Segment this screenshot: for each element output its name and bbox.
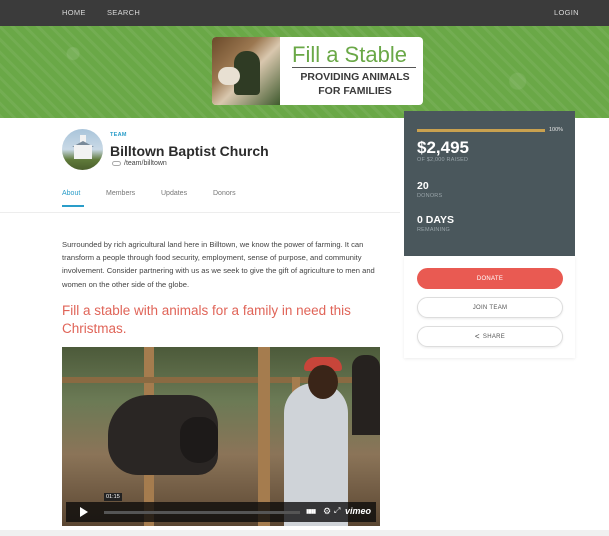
amount-raised: $2,495: [417, 138, 469, 157]
goal-label: OF $2,000 RAISED: [417, 157, 469, 163]
goal-progress-bar: [417, 129, 545, 132]
active-tab-indicator: [62, 205, 84, 207]
video-player[interactable]: 01:15 ▮▮▮▮ ⚙ ⤢ vimeo: [62, 347, 380, 526]
video-timestamp: 01:15: [104, 493, 122, 501]
banner-logo-card: Fill a Stable PROVIDING ANIMALS FOR FAMI…: [212, 37, 423, 105]
tab-donors[interactable]: Donors: [213, 190, 236, 197]
background-person: [352, 355, 380, 435]
banner-photo: [212, 37, 280, 105]
banner-subtitle-line1: PROVIDING ANIMALS: [300, 71, 410, 83]
fullscreen-icon[interactable]: ⤢: [334, 506, 340, 516]
video-progress-track[interactable]: [104, 511, 300, 514]
campaign-banner: Fill a Stable PROVIDING ANIMALS FOR FAMI…: [0, 26, 609, 118]
share-button[interactable]: < SHARE: [417, 326, 563, 347]
days-remaining-label: REMAINING: [417, 227, 450, 233]
goal-progress-fill: [417, 129, 545, 132]
vimeo-logo[interactable]: vimeo: [345, 506, 371, 516]
progress-percent: 100%: [549, 127, 564, 133]
link-icon: [112, 161, 121, 166]
tab-updates[interactable]: Updates: [161, 190, 187, 197]
team-name: Billtown Baptist Church: [110, 143, 269, 159]
page-footer-strip: [0, 530, 609, 536]
video-controls: 01:15 ▮▮▮▮ ⚙ ⤢ vimeo: [66, 493, 376, 522]
donate-button[interactable]: DONATE: [417, 268, 563, 289]
play-icon[interactable]: [80, 507, 88, 517]
team-url[interactable]: /team/billtown: [112, 160, 167, 167]
team-url-text: /team/billtown: [124, 160, 167, 167]
tabs-divider: [0, 212, 400, 213]
team-description: Surrounded by rich agricultural land her…: [62, 240, 375, 289]
cow-head: [180, 417, 218, 463]
nav-login-link[interactable]: LOGIN: [554, 8, 579, 17]
settings-gear-icon[interactable]: ⚙: [323, 506, 331, 517]
action-panel: DONATE JOIN TEAM < SHARE: [404, 256, 575, 358]
volume-icon[interactable]: ▮▮▮▮: [306, 508, 316, 515]
share-icon: <: [474, 332, 480, 341]
share-label: SHARE: [482, 333, 506, 340]
tab-about[interactable]: About: [62, 190, 80, 197]
team-tag: TEAM: [110, 132, 127, 138]
woman-face: [308, 365, 338, 399]
days-remaining-value: 0 DAYS: [417, 214, 454, 226]
fence-post: [258, 347, 270, 526]
campaign-heading: Fill a stable with animals for a family …: [62, 303, 351, 336]
banner-subtitle-line2: FOR FAMILIES: [318, 85, 392, 97]
nav-search-link[interactable]: SEARCH: [107, 8, 140, 17]
top-navbar: HOME SEARCH LOGIN: [0, 0, 609, 26]
banner-title: Fill a Stable: [292, 42, 407, 67]
join-team-button[interactable]: JOIN TEAM: [417, 297, 563, 318]
donor-count: 20: [417, 180, 429, 192]
donor-label: DONORS: [417, 193, 443, 199]
fundraising-stats: 100% $2,495 OF $2,000 RAISED 20 DONORS 0…: [404, 111, 575, 256]
banner-divider: [292, 67, 416, 68]
nav-home-link[interactable]: HOME: [62, 8, 86, 17]
team-avatar: [62, 129, 103, 170]
tab-members[interactable]: Members: [106, 190, 135, 197]
